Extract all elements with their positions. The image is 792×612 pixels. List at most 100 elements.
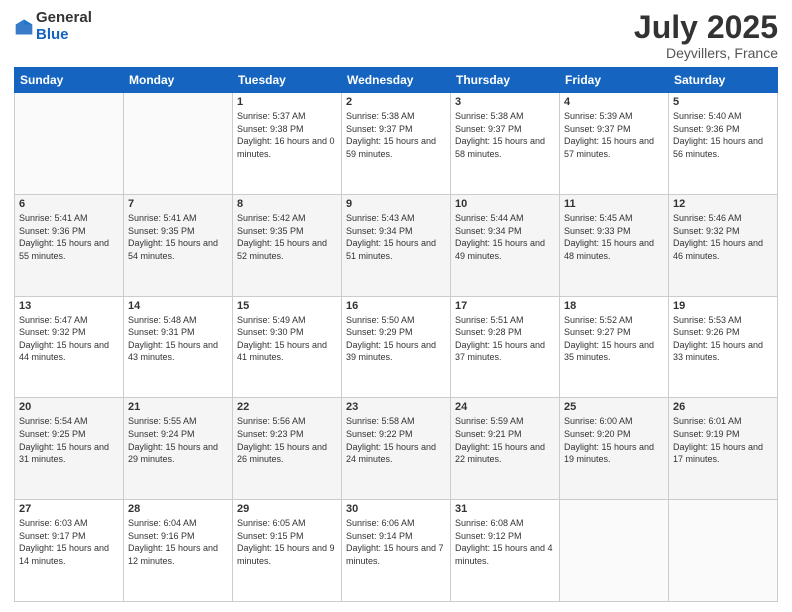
calendar-cell: 25 Sunrise: 6:00 AMSunset: 9:20 PMDayligh… [560, 398, 669, 500]
weekday-header: Thursday [451, 68, 560, 93]
calendar-cell: 22 Sunrise: 5:56 AMSunset: 9:23 PMDayligh… [233, 398, 342, 500]
calendar-cell: 12 Sunrise: 5:46 AMSunset: 9:32 PMDayligh… [669, 194, 778, 296]
calendar-cell [15, 93, 124, 195]
calendar-cell: 9Sunrise: 5:43 AMSunset: 9:34 PMDaylight… [342, 194, 451, 296]
cell-details: Sunrise: 6:03 AMSunset: 9:17 PMDaylight:… [19, 517, 119, 567]
calendar-cell: 28Sunrise: 6:04 AMSunset: 9:16 PMDayligh… [124, 500, 233, 602]
calendar-cell: 30 Sunrise: 6:06 AMSunset: 9:14 PMDayligh… [342, 500, 451, 602]
calendar-week-row: 13 Sunrise: 5:47 AMSunset: 9:32 PMDayligh… [15, 296, 778, 398]
calendar: SundayMondayTuesdayWednesdayThursdayFrid… [14, 67, 778, 602]
cell-details: Sunrise: 6:00 AMSunset: 9:20 PMDaylight:… [564, 415, 664, 465]
calendar-cell: 31Sunrise: 6:08 AMSunset: 9:12 PMDayligh… [451, 500, 560, 602]
cell-details: Sunrise: 5:54 AMSunset: 9:25 PMDaylight:… [19, 415, 119, 465]
cell-details: Sunrise: 5:42 AMSunset: 9:35 PMDaylight:… [237, 212, 337, 262]
cell-details: Sunrise: 5:48 AMSunset: 9:31 PMDaylight:… [128, 314, 228, 364]
cell-details: Sunrise: 5:52 AMSunset: 9:27 PMDaylight:… [564, 314, 664, 364]
header: General Blue July 2025 Deyvillers, Franc… [14, 10, 778, 61]
page: General Blue July 2025 Deyvillers, Franc… [0, 0, 792, 612]
day-number: 15 [237, 300, 337, 312]
day-number: 2 [346, 96, 446, 108]
cell-details: Sunrise: 5:47 AMSunset: 9:32 PMDaylight:… [19, 314, 119, 364]
day-number: 27 [19, 503, 119, 515]
day-number: 26 [673, 401, 773, 413]
day-number: 13 [19, 300, 119, 312]
day-number: 1 [237, 96, 337, 108]
cell-details: Sunrise: 5:46 AMSunset: 9:32 PMDaylight:… [673, 212, 773, 262]
calendar-cell: 3Sunrise: 5:38 AMSunset: 9:37 PMDaylight… [451, 93, 560, 195]
day-number: 21 [128, 401, 228, 413]
calendar-cell: 6 Sunrise: 5:41 AMSunset: 9:36 PMDaylight… [15, 194, 124, 296]
cell-details: Sunrise: 6:05 AMSunset: 9:15 PMDaylight:… [237, 517, 337, 567]
cell-details: Sunrise: 5:45 AMSunset: 9:33 PMDaylight:… [564, 212, 664, 262]
cell-details: Sunrise: 5:49 AMSunset: 9:30 PMDaylight:… [237, 314, 337, 364]
cell-details: Sunrise: 5:43 AMSunset: 9:34 PMDaylight:… [346, 212, 446, 262]
title-block: July 2025 Deyvillers, France [634, 10, 778, 61]
day-number: 12 [673, 198, 773, 210]
cell-details: Sunrise: 5:50 AMSunset: 9:29 PMDaylight:… [346, 314, 446, 364]
logo-blue-text: Blue [36, 26, 69, 43]
calendar-cell: 13 Sunrise: 5:47 AMSunset: 9:32 PMDayligh… [15, 296, 124, 398]
day-number: 25 [564, 401, 664, 413]
logo-icon [14, 17, 34, 37]
calendar-cell: 18 Sunrise: 5:52 AMSunset: 9:27 PMDayligh… [560, 296, 669, 398]
cell-details: Sunrise: 6:04 AMSunset: 9:16 PMDaylight:… [128, 517, 228, 567]
cell-details: Sunrise: 5:40 AMSunset: 9:36 PMDaylight:… [673, 110, 773, 160]
calendar-cell: 1Sunrise: 5:37 AMSunset: 9:38 PMDaylight… [233, 93, 342, 195]
calendar-cell: 23 Sunrise: 5:58 AMSunset: 9:22 PMDayligh… [342, 398, 451, 500]
day-number: 23 [346, 401, 446, 413]
day-number: 8 [237, 198, 337, 210]
cell-details: Sunrise: 5:41 AMSunset: 9:36 PMDaylight:… [19, 212, 119, 262]
calendar-week-row: 27 Sunrise: 6:03 AMSunset: 9:17 PMDayligh… [15, 500, 778, 602]
logo-general-text: General [36, 9, 92, 26]
cell-details: Sunrise: 5:59 AMSunset: 9:21 PMDaylight:… [455, 415, 555, 465]
day-number: 5 [673, 96, 773, 108]
month-title: July 2025 [634, 10, 778, 45]
cell-details: Sunrise: 6:01 AMSunset: 9:19 PMDaylight:… [673, 415, 773, 465]
calendar-week-row: 1Sunrise: 5:37 AMSunset: 9:38 PMDaylight… [15, 93, 778, 195]
weekday-header-row: SundayMondayTuesdayWednesdayThursdayFrid… [15, 68, 778, 93]
calendar-cell: 15 Sunrise: 5:49 AMSunset: 9:30 PMDayligh… [233, 296, 342, 398]
calendar-cell [669, 500, 778, 602]
calendar-cell: 29Sunrise: 6:05 AMSunset: 9:15 PMDayligh… [233, 500, 342, 602]
day-number: 31 [455, 503, 555, 515]
day-number: 20 [19, 401, 119, 413]
cell-details: Sunrise: 5:38 AMSunset: 9:37 PMDaylight:… [346, 110, 446, 160]
calendar-week-row: 6 Sunrise: 5:41 AMSunset: 9:36 PMDaylight… [15, 194, 778, 296]
cell-details: Sunrise: 5:53 AMSunset: 9:26 PMDaylight:… [673, 314, 773, 364]
calendar-cell: 24 Sunrise: 5:59 AMSunset: 9:21 PMDayligh… [451, 398, 560, 500]
calendar-cell [560, 500, 669, 602]
cell-details: Sunrise: 5:56 AMSunset: 9:23 PMDaylight:… [237, 415, 337, 465]
calendar-cell: 14 Sunrise: 5:48 AMSunset: 9:31 PMDayligh… [124, 296, 233, 398]
cell-details: Sunrise: 5:55 AMSunset: 9:24 PMDaylight:… [128, 415, 228, 465]
cell-details: Sunrise: 5:41 AMSunset: 9:35 PMDaylight:… [128, 212, 228, 262]
cell-details: Sunrise: 5:51 AMSunset: 9:28 PMDaylight:… [455, 314, 555, 364]
day-number: 24 [455, 401, 555, 413]
calendar-cell: 11Sunrise: 5:45 AMSunset: 9:33 PMDayligh… [560, 194, 669, 296]
calendar-cell: 17Sunrise: 5:51 AMSunset: 9:28 PMDayligh… [451, 296, 560, 398]
cell-details: Sunrise: 5:38 AMSunset: 9:37 PMDaylight:… [455, 110, 555, 160]
cell-details: Sunrise: 5:39 AMSunset: 9:37 PMDaylight:… [564, 110, 664, 160]
day-number: 7 [128, 198, 228, 210]
calendar-cell: 2 Sunrise: 5:38 AMSunset: 9:37 PMDaylight… [342, 93, 451, 195]
calendar-cell: 7 Sunrise: 5:41 AMSunset: 9:35 PMDaylight… [124, 194, 233, 296]
calendar-cell: 21 Sunrise: 5:55 AMSunset: 9:24 PMDayligh… [124, 398, 233, 500]
calendar-cell: 19 Sunrise: 5:53 AMSunset: 9:26 PMDayligh… [669, 296, 778, 398]
day-number: 10 [455, 198, 555, 210]
day-number: 6 [19, 198, 119, 210]
day-number: 30 [346, 503, 446, 515]
day-number: 22 [237, 401, 337, 413]
location: Deyvillers, France [634, 45, 778, 61]
day-number: 4 [564, 96, 664, 108]
day-number: 18 [564, 300, 664, 312]
calendar-cell: 27 Sunrise: 6:03 AMSunset: 9:17 PMDayligh… [15, 500, 124, 602]
day-number: 14 [128, 300, 228, 312]
calendar-cell: 5 Sunrise: 5:40 AMSunset: 9:36 PMDaylight… [669, 93, 778, 195]
cell-details: Sunrise: 6:06 AMSunset: 9:14 PMDaylight:… [346, 517, 446, 567]
weekday-header: Tuesday [233, 68, 342, 93]
cell-details: Sunrise: 5:58 AMSunset: 9:22 PMDaylight:… [346, 415, 446, 465]
calendar-cell: 4 Sunrise: 5:39 AMSunset: 9:37 PMDaylight… [560, 93, 669, 195]
calendar-cell: 16Sunrise: 5:50 AMSunset: 9:29 PMDayligh… [342, 296, 451, 398]
calendar-cell: 20 Sunrise: 5:54 AMSunset: 9:25 PMDayligh… [15, 398, 124, 500]
calendar-cell: 10Sunrise: 5:44 AMSunset: 9:34 PMDayligh… [451, 194, 560, 296]
day-number: 19 [673, 300, 773, 312]
